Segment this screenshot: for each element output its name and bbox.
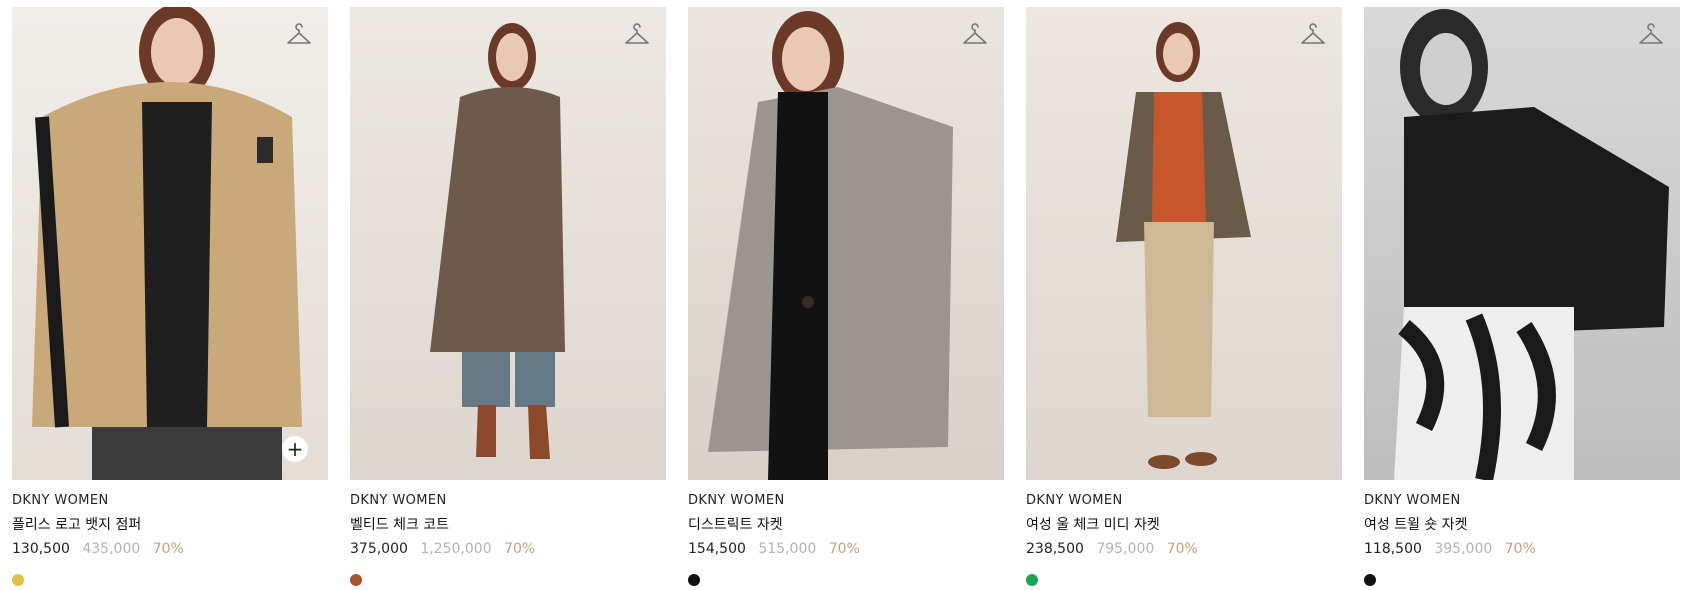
product-name[interactable]: 여성 트윌 숏 자켓 xyxy=(1364,515,1680,535)
product-name[interactable]: 디스트릭트 자켓 xyxy=(688,515,1004,535)
price-row: 375,000 1,250,000 70% xyxy=(350,539,666,559)
discount-rate: 70% xyxy=(152,541,184,557)
discount-rate: 70% xyxy=(1504,541,1536,557)
product-card[interactable]: DKNY WOMEN 여성 울 체크 미디 자켓 238,500 795,000… xyxy=(1026,7,1342,586)
brand-label: DKNY WOMEN xyxy=(688,493,785,508)
product-card[interactable]: DKNY WOMEN 벨티드 체크 코트 375,000 1,250,000 7… xyxy=(350,7,666,586)
sale-price: 154,500 xyxy=(688,541,746,557)
model-photo xyxy=(430,23,565,459)
original-price: 435,000 xyxy=(82,541,141,557)
original-price: 515,000 xyxy=(758,541,817,557)
product-name[interactable]: 여성 울 체크 미디 자켓 xyxy=(1026,515,1342,535)
price-row: 118,500 395,000 70% xyxy=(1364,539,1680,559)
price-row: 154,500 515,000 70% xyxy=(688,539,1004,559)
model-photo xyxy=(1394,9,1669,480)
color-swatch[interactable] xyxy=(350,574,362,586)
original-price: 795,000 xyxy=(1096,541,1155,557)
original-price: 395,000 xyxy=(1434,541,1493,557)
color-swatch[interactable] xyxy=(12,574,24,586)
price-row: 130,500 435,000 70% xyxy=(12,539,328,559)
sale-price: 130,500 xyxy=(12,541,70,557)
sale-price: 238,500 xyxy=(1026,541,1084,557)
product-card[interactable]: DKNY WOMEN 디스트릭트 자켓 154,500 515,000 70% xyxy=(688,7,1004,586)
color-swatch[interactable] xyxy=(1364,574,1376,586)
brand-label: DKNY WOMEN xyxy=(1364,493,1461,508)
product-image[interactable] xyxy=(688,7,1004,480)
model-photo xyxy=(708,11,953,480)
product-image[interactable] xyxy=(1364,7,1680,480)
product-card[interactable]: DKNY WOMEN 여성 트윌 숏 자켓 118,500 395,000 70… xyxy=(1364,7,1680,586)
hanger-icon[interactable] xyxy=(624,23,650,49)
product-grid: + DKNY WOMEN 플리스 로고 뱃지 점퍼 130,500 435,00… xyxy=(0,0,1693,586)
color-swatch[interactable] xyxy=(688,574,700,586)
product-image[interactable]: + xyxy=(12,7,328,480)
product-card[interactable]: + DKNY WOMEN 플리스 로고 뱃지 점퍼 130,500 435,00… xyxy=(12,7,328,586)
product-image[interactable] xyxy=(1026,7,1342,480)
brand-label: DKNY WOMEN xyxy=(12,493,109,508)
sale-price: 118,500 xyxy=(1364,541,1422,557)
price-row: 238,500 795,000 70% xyxy=(1026,539,1342,559)
discount-rate: 70% xyxy=(504,541,536,557)
hanger-icon[interactable] xyxy=(286,23,312,49)
product-name[interactable]: 벨티드 체크 코트 xyxy=(350,515,666,535)
hanger-icon[interactable] xyxy=(962,23,988,49)
model-photo xyxy=(1116,22,1251,469)
plus-icon[interactable]: + xyxy=(282,436,308,462)
brand-label: DKNY WOMEN xyxy=(350,493,447,508)
discount-rate: 70% xyxy=(1166,541,1198,557)
discount-rate: 70% xyxy=(828,541,860,557)
model-photo xyxy=(32,7,302,480)
hanger-icon[interactable] xyxy=(1300,23,1326,49)
original-price: 1,250,000 xyxy=(420,541,492,557)
brand-label: DKNY WOMEN xyxy=(1026,493,1123,508)
hanger-icon[interactable] xyxy=(1638,23,1664,49)
product-image[interactable] xyxy=(350,7,666,480)
product-name[interactable]: 플리스 로고 뱃지 점퍼 xyxy=(12,515,328,535)
sale-price: 375,000 xyxy=(350,541,408,557)
color-swatch[interactable] xyxy=(1026,574,1038,586)
